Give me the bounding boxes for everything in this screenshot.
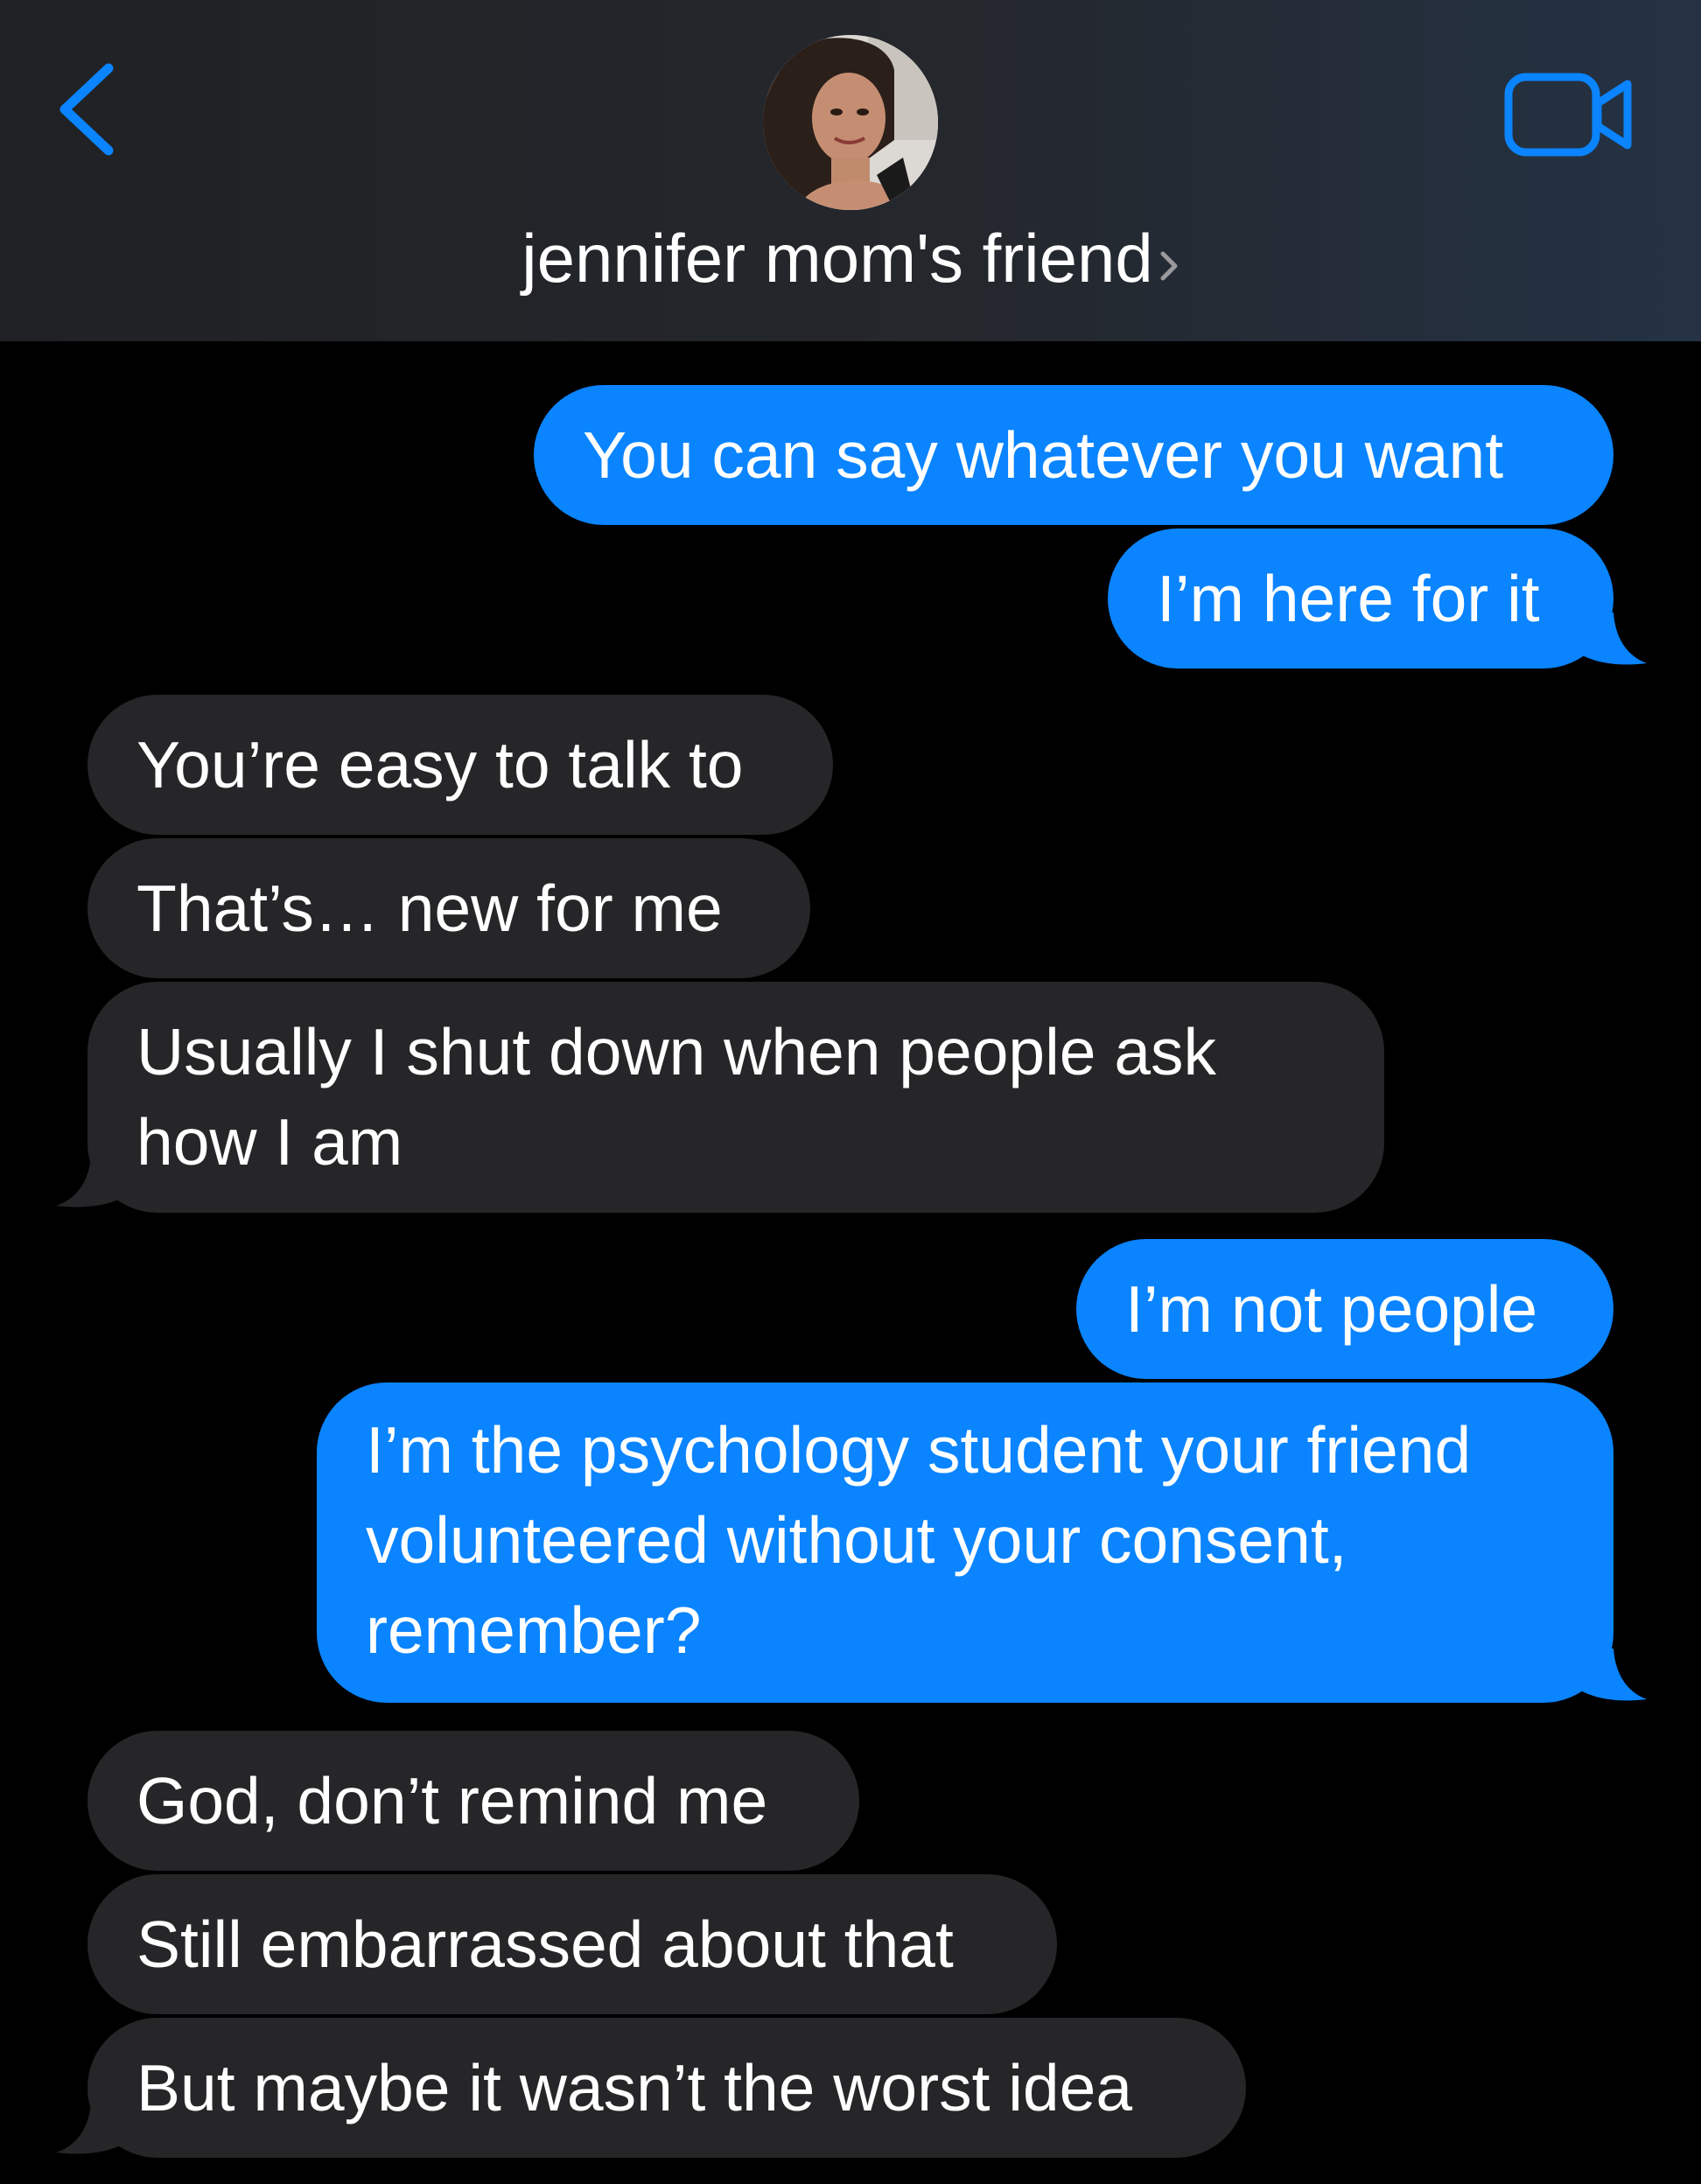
message-text: Still embarrassed about that [136,1908,954,1981]
contact-name-button[interactable]: jennifer mom's friend [0,219,1701,303]
message-text: You can say whatever you want [583,418,1504,492]
chevron-left-icon [60,63,114,156]
message-bubble-outgoing[interactable]: You can say whatever you want [534,385,1614,525]
message-text: That’s… new for me [136,872,723,945]
message-bubble-incoming[interactable]: But maybe it wasn’t the worst idea [88,2018,1246,2158]
message-text: I’m not people [1125,1272,1538,1346]
message-text: I’m the psychology student your friend v… [366,1413,1472,1667]
contact-name: jennifer mom's friend [522,220,1153,297]
bubble-tail [56,1155,130,1208]
avatar[interactable] [763,35,938,210]
bubble-tail [1575,612,1647,665]
message-text: I’m here for it [1157,562,1540,635]
bubble-tail [56,2102,130,2154]
message-bubble-outgoing[interactable]: I’m not people [1076,1239,1614,1379]
chevron-right-icon [1158,224,1180,303]
contact-photo [763,35,938,210]
message-text: God, don’t remind me [136,1764,768,1838]
conversation-header: jennifer mom's friend [0,0,1701,341]
message-bubble-incoming[interactable]: That’s… new for me [88,838,810,978]
video-camera-icon [1504,73,1632,157]
video-call-button[interactable] [1503,66,1634,163]
message-bubble-outgoing[interactable]: I’m the psychology student your friend v… [317,1382,1614,1703]
message-text: Usually I shut down when people ask how … [136,1015,1217,1179]
message-bubble-outgoing[interactable]: I’m here for it [1108,528,1614,668]
bubble-tail [1575,1648,1647,1701]
message-bubble-incoming[interactable]: You’re easy to talk to [88,695,833,835]
message-bubble-incoming[interactable]: Still embarrassed about that [88,1874,1057,2014]
message-text: But maybe it wasn’t the worst idea [136,2051,1133,2124]
message-bubble-incoming[interactable]: Usually I shut down when people ask how … [88,982,1384,1213]
message-bubble-incoming[interactable]: God, don’t remind me [88,1731,859,1871]
back-button[interactable] [54,61,124,158]
message-text: You’re easy to talk to [136,728,744,802]
